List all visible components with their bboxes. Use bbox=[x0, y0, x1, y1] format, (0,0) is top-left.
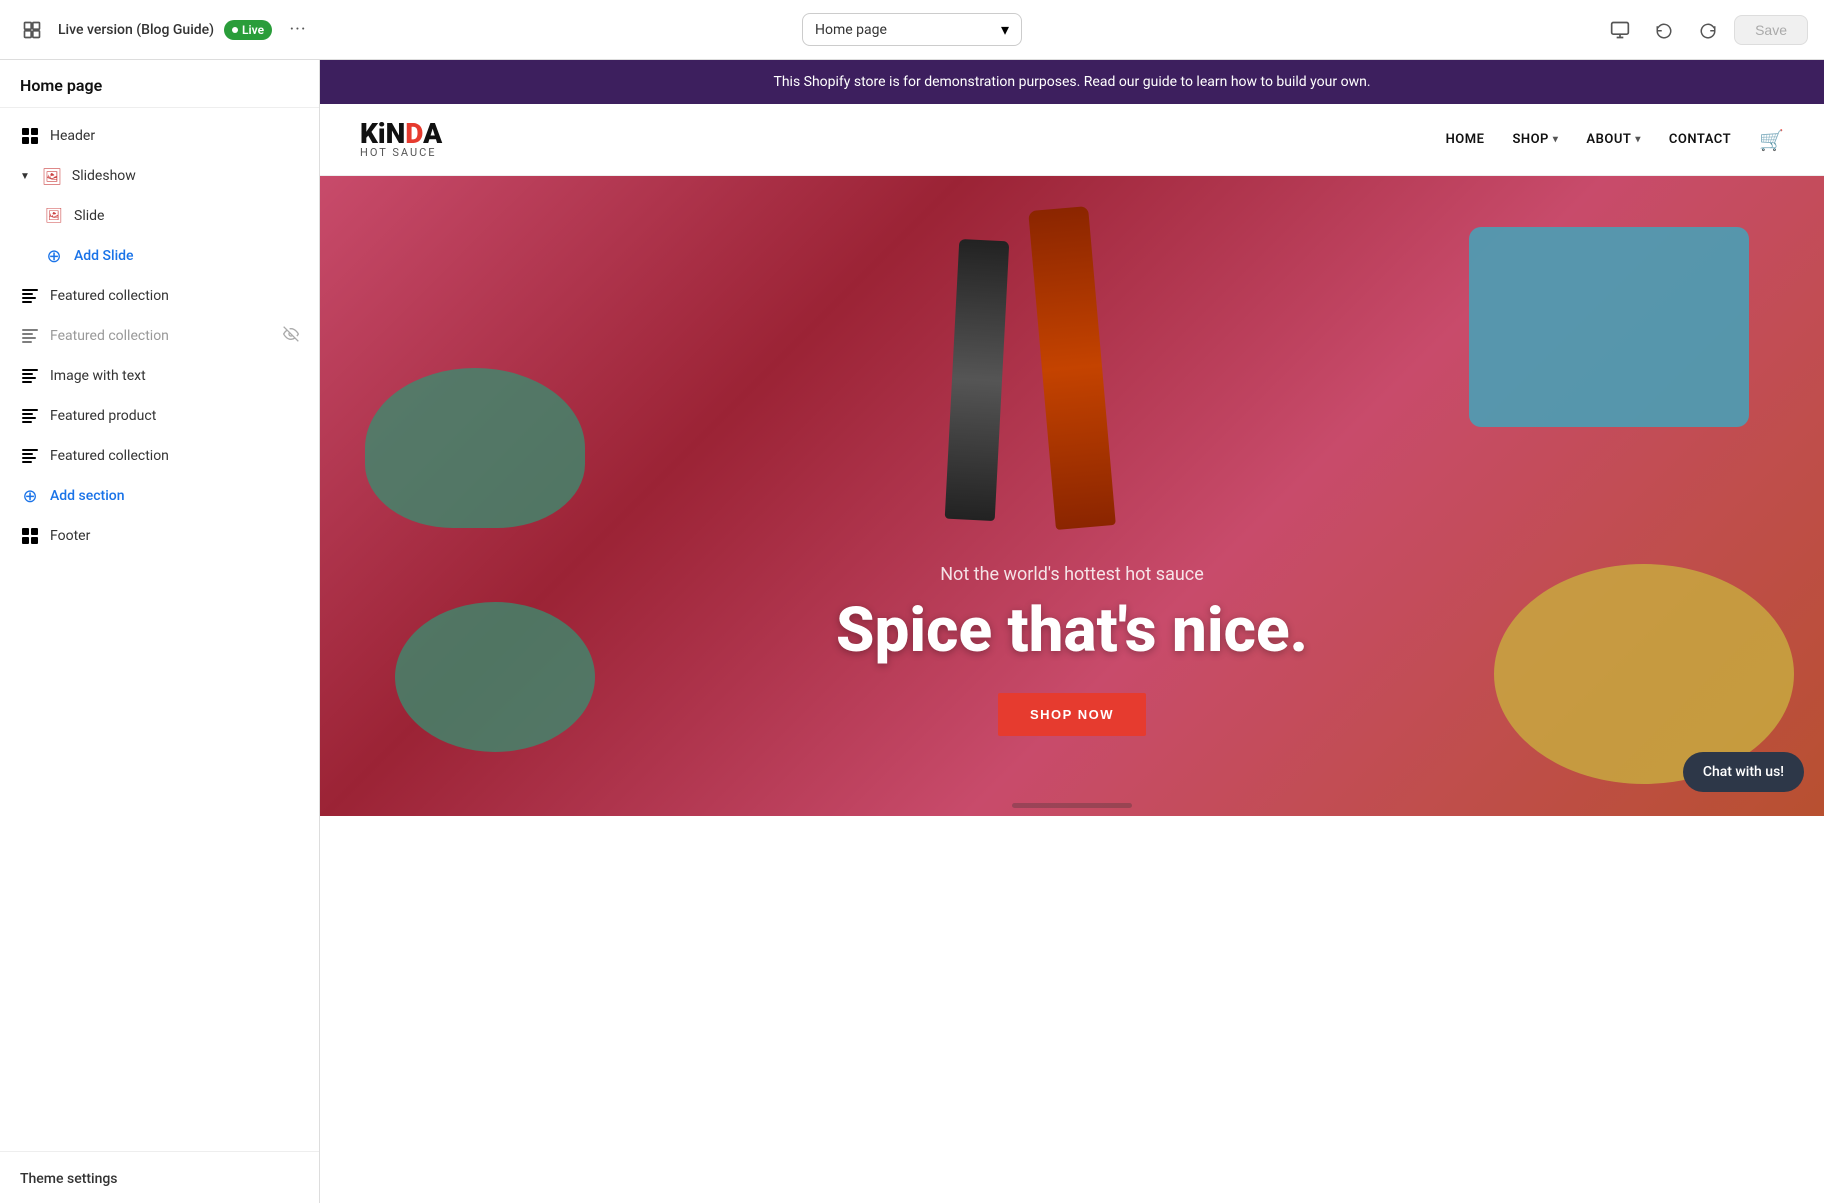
featured-product-icon bbox=[20, 406, 40, 426]
sidebar-item-slideshow[interactable]: ▼ 🖼 Slideshow bbox=[0, 156, 319, 196]
page-select-label: Home page bbox=[815, 22, 887, 38]
featured-collection-3-icon bbox=[20, 446, 40, 466]
footer-icon bbox=[20, 526, 40, 546]
featured-collection-2-icon bbox=[20, 326, 40, 346]
sidebar-item-header[interactable]: Header bbox=[0, 116, 319, 156]
sidebar-item-add-section[interactable]: ⊕ Add section bbox=[0, 476, 319, 516]
footer-label: Footer bbox=[50, 528, 299, 544]
live-dot bbox=[232, 27, 238, 33]
add-slide-icon: ⊕ bbox=[44, 246, 64, 266]
hero-content: Not the world's hottest hot sauce Spice … bbox=[320, 176, 1824, 816]
featured-collection-2-label: Featured collection bbox=[50, 328, 273, 344]
sidebar-item-image-with-text[interactable]: Image with text bbox=[0, 356, 319, 396]
nav-contact[interactable]: CONTACT bbox=[1669, 132, 1731, 147]
nav-about[interactable]: ABOUT ▾ bbox=[1586, 132, 1640, 147]
slideshow-icon: 🖼 bbox=[42, 166, 62, 186]
live-label: Live bbox=[242, 23, 264, 37]
top-bar-right: Save bbox=[1034, 12, 1808, 48]
sidebar-footer: Theme settings bbox=[0, 1151, 319, 1203]
store-nav: KiNDA HOT SAUCE HOME SHOP ▾ ABOUT ▾ CONT… bbox=[320, 104, 1824, 176]
version-label: Live version (Blog Guide) bbox=[58, 22, 214, 38]
about-caret: ▾ bbox=[1635, 134, 1641, 145]
image-with-text-label: Image with text bbox=[50, 368, 299, 384]
announcement-bar: This Shopify store is for demonstration … bbox=[320, 60, 1824, 104]
featured-collection-3-label: Featured collection bbox=[50, 448, 299, 464]
eye-off-icon bbox=[283, 326, 299, 346]
hero-slideshow: Not the world's hottest hot sauce Spice … bbox=[320, 176, 1824, 816]
more-options-button[interactable]: ··· bbox=[282, 14, 314, 46]
undo-button[interactable] bbox=[1646, 12, 1682, 48]
featured-collection-1-label: Featured collection bbox=[50, 288, 299, 304]
slide-icon: 🖼 bbox=[44, 206, 64, 226]
sidebar-item-slide[interactable]: 🖼 Slide bbox=[0, 196, 319, 236]
cart-icon[interactable]: 🛒 bbox=[1759, 128, 1784, 152]
desktop-view-button[interactable] bbox=[1602, 12, 1638, 48]
preview-area: This Shopify store is for demonstration … bbox=[320, 60, 1824, 1203]
main-layout: Home page Header ▼ 🖼 Slideshow 🖼 Slide bbox=[0, 60, 1824, 1203]
sidebar-item-featured-collection-3[interactable]: Featured collection bbox=[0, 436, 319, 476]
top-bar: Live version (Blog Guide) Live ··· Home … bbox=[0, 0, 1824, 60]
page-selector[interactable]: Home page ▾ bbox=[802, 13, 1022, 46]
sidebar-item-featured-collection-2[interactable]: Featured collection bbox=[0, 316, 319, 356]
hero-cta-button[interactable]: SHOP NOW bbox=[998, 693, 1146, 736]
save-button[interactable]: Save bbox=[1734, 15, 1808, 45]
store-logo: KiNDA HOT SAUCE bbox=[360, 120, 442, 159]
nav-shop[interactable]: SHOP ▾ bbox=[1512, 132, 1558, 147]
featured-collection-1-icon bbox=[20, 286, 40, 306]
add-section-icon: ⊕ bbox=[20, 486, 40, 506]
back-button[interactable] bbox=[16, 14, 48, 46]
grid-icon bbox=[20, 126, 40, 146]
store-logo-sub: HOT SAUCE bbox=[360, 146, 442, 159]
sidebar-item-label: Header bbox=[50, 128, 299, 144]
collapse-arrow-icon: ▼ bbox=[20, 171, 30, 182]
redo-button[interactable] bbox=[1690, 12, 1726, 48]
sidebar: Home page Header ▼ 🖼 Slideshow 🖼 Slide bbox=[0, 60, 320, 1203]
sidebar-item-footer[interactable]: Footer bbox=[0, 516, 319, 556]
sidebar-item-add-slide[interactable]: ⊕ Add Slide bbox=[0, 236, 319, 276]
top-bar-left: Live version (Blog Guide) Live ··· bbox=[16, 14, 790, 46]
page-select-wrap: Home page ▾ bbox=[802, 13, 1022, 46]
shop-caret: ▾ bbox=[1553, 134, 1559, 145]
slide-label: Slide bbox=[74, 208, 299, 224]
featured-product-label: Featured product bbox=[50, 408, 299, 424]
sidebar-item-featured-product[interactable]: Featured product bbox=[0, 396, 319, 436]
nav-home[interactable]: HOME bbox=[1446, 132, 1485, 147]
live-badge: Live bbox=[224, 20, 272, 40]
chevron-down-icon: ▾ bbox=[1001, 20, 1009, 39]
sidebar-items: Header ▼ 🖼 Slideshow 🖼 Slide ⊕ Add Slide bbox=[0, 108, 319, 1151]
add-slide-label: Add Slide bbox=[74, 248, 299, 264]
hero-subtitle: Not the world's hottest hot sauce bbox=[940, 564, 1204, 585]
slideshow-label: Slideshow bbox=[72, 168, 299, 184]
sidebar-item-featured-collection-1[interactable]: Featured collection bbox=[0, 276, 319, 316]
chat-label: Chat with us! bbox=[1703, 764, 1784, 780]
theme-settings-label[interactable]: Theme settings bbox=[20, 1171, 118, 1187]
chat-widget[interactable]: Chat with us! bbox=[1683, 752, 1804, 792]
sidebar-title: Home page bbox=[0, 60, 319, 108]
add-section-label: Add section bbox=[50, 488, 299, 504]
hero-title: Spice that's nice. bbox=[836, 597, 1308, 665]
nav-links: HOME SHOP ▾ ABOUT ▾ CONTACT 🛒 bbox=[1446, 128, 1784, 152]
announcement-text: This Shopify store is for demonstration … bbox=[773, 74, 1370, 90]
image-with-text-icon bbox=[20, 366, 40, 386]
preview-frame: This Shopify store is for demonstration … bbox=[320, 60, 1824, 1203]
